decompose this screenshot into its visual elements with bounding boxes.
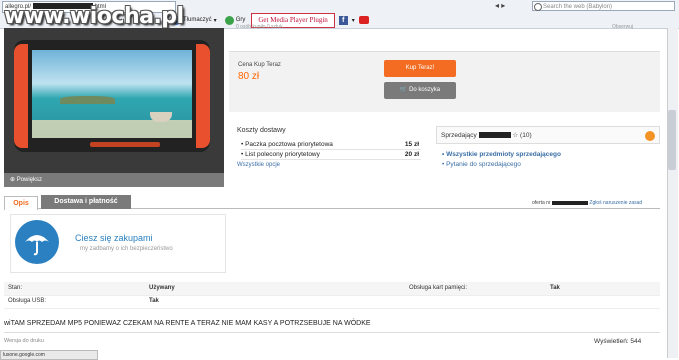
cart-label: Do koszyka <box>409 87 441 93</box>
zoom-label: Powiększ <box>16 177 43 183</box>
tablet-buttons <box>90 142 160 147</box>
seller-name-redacted <box>478 132 511 139</box>
star-icon: ☆ <box>512 132 519 139</box>
shipping-name: List polecony priorytetowy <box>245 151 320 158</box>
offer-number-label: oferta nr <box>532 200 551 206</box>
param-row: Stan: Używany Obsługa kart pamięci: Tak <box>4 282 660 296</box>
shipping-title: Koszty dostawy <box>237 127 286 134</box>
youtube-icon[interactable] <box>358 16 369 24</box>
shipping-value: 15 zł <box>404 141 419 148</box>
shipping-row: • Paczka pocztowa priorytetowa 15 zł <box>241 141 421 150</box>
games-icon <box>224 15 234 25</box>
games-label: Gry <box>235 17 246 23</box>
umbrella-icon <box>15 220 59 264</box>
search-icon <box>534 3 542 11</box>
search-input[interactable]: Search the web (Babylon) <box>532 1 675 11</box>
island-shape <box>60 96 115 104</box>
seller-rating: (10) <box>520 132 532 139</box>
beach-shape <box>32 120 192 138</box>
item-description: wiTAM SPRZEDAM MP5 PONIEWAZ CZEKAM NA RE… <box>4 316 660 333</box>
scrollbar-thumb[interactable] <box>668 110 676 170</box>
nav-arrows[interactable]: ◂ ▸ <box>495 1 517 11</box>
safe-purchase-title: Ciesz się zakupami <box>75 233 153 243</box>
price-label: Cena Kup Teraz <box>238 62 281 68</box>
shipping-value: 20 zł <box>404 151 419 158</box>
zoom-icon: ⊕ <box>10 177 16 183</box>
seller-items-link[interactable]: • Wszystkie przedmioty sprzedającego <box>442 151 561 158</box>
seller-label: Sprzedający <box>441 132 477 139</box>
add-to-cart-button[interactable]: 🛒 Do koszyka <box>384 82 456 99</box>
shipping-row: • List polecony priorytetowy 20 zł <box>241 151 421 160</box>
safe-purchase-subtitle: my zadbamy o ich bezpieczeństwo <box>80 246 173 252</box>
cart-icon: 🛒 <box>399 87 408 93</box>
tab-description[interactable]: Opis <box>4 196 38 210</box>
seller-items-label: Wszystkie przedmioty sprzedającego <box>446 151 561 158</box>
param-label: Stan: <box>8 285 23 291</box>
report-link[interactable]: Zgłoś naruszenie zasad <box>589 200 642 206</box>
expand-icon[interactable] <box>645 131 655 141</box>
price-value: 80 zł <box>238 71 260 82</box>
param-label: Obsługa USB: <box>8 298 47 304</box>
watermark: www.wiocha.pl <box>4 4 184 29</box>
zoom-button[interactable]: ⊕ Powiększ <box>4 173 224 187</box>
ask-seller-label: Pytanie do sprzedającego <box>446 161 521 168</box>
chevron-down-icon: ▾ <box>351 17 355 24</box>
facebook-icon[interactable]: f <box>338 15 348 25</box>
param-label: Obsługa kart pamięci: <box>409 285 468 291</box>
tab-delivery[interactable]: Dostawa i płatność <box>41 195 131 209</box>
param-value: Tak <box>550 285 560 291</box>
watch-link[interactable]: Obserwuj <box>612 24 633 30</box>
param-row: Obsługa USB: Tak <box>4 295 660 309</box>
tablet-edge-right <box>196 44 210 148</box>
shipping-name: Paczka pocztowa priorytetowa <box>245 141 333 148</box>
param-value: Używany <box>149 285 175 291</box>
translate-label: Tłumaczyć <box>183 17 212 23</box>
scrollbar[interactable] <box>667 28 678 358</box>
param-value: Tak <box>149 298 159 304</box>
view-count-text: Wyświetleń: 544 <box>594 338 642 345</box>
print-version-link[interactable]: Wersja do druku <box>4 338 44 344</box>
search-placeholder: Search the web (Babylon) <box>543 4 613 10</box>
all-shipping-options-link[interactable]: Wszystkie opcje <box>237 162 280 168</box>
tablet-edge-left <box>14 44 28 148</box>
ask-seller-link[interactable]: • Pytanie do sprzedającego <box>442 161 521 168</box>
seller-box[interactable]: Sprzedający ☆ (10) <box>436 126 660 144</box>
offer-meta: oferta nr Zgłoś naruszenie zasad <box>532 200 642 206</box>
offer-number-redacted <box>552 200 589 205</box>
status-bar: lusone.google.com <box>0 350 98 360</box>
buy-now-button[interactable]: Kup Teraz! <box>384 60 456 77</box>
chevron-down-icon: ▾ <box>213 17 217 24</box>
sold-count: 0 osób kupiło 0 sztuk <box>236 24 283 30</box>
view-count: Wyświetleń: 544 <box>594 338 641 345</box>
